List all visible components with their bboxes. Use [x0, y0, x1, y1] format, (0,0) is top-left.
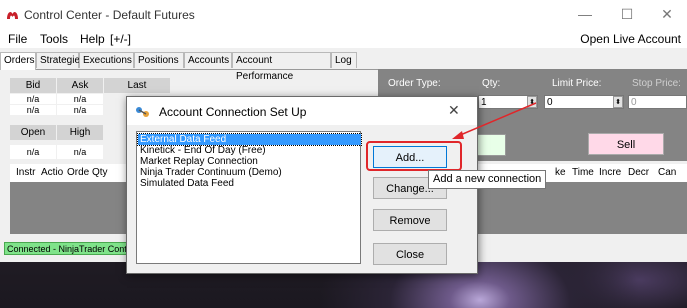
- high-header: High: [57, 125, 103, 140]
- high-value: n/a: [57, 145, 103, 159]
- col-instrument[interactable]: Instr: [16, 167, 35, 178]
- qty-label: Qty:: [482, 78, 501, 89]
- qty-spinner-icon[interactable]: ⬍: [527, 96, 537, 108]
- maximize-button[interactable]: ☐: [612, 6, 642, 24]
- tab-executions[interactable]: Executions: [79, 52, 134, 68]
- dialog-close-icon[interactable]: ✕: [448, 102, 460, 119]
- dialog-title: Account Connection Set Up: [159, 105, 307, 119]
- close-button[interactable]: Close: [373, 243, 447, 265]
- window-title: Control Center - Default Futures: [24, 8, 195, 22]
- menu-tools[interactable]: Tools: [40, 32, 68, 46]
- open-value: n/a: [10, 145, 56, 159]
- tab-account-performance[interactable]: Account Performance: [232, 52, 331, 82]
- menu-toggle[interactable]: [+/-]: [110, 32, 131, 46]
- col-cancel[interactable]: Can: [658, 167, 676, 178]
- limit-spinner-icon[interactable]: ⬍: [613, 96, 623, 108]
- tab-strip: Orders Strategies Executions Positions A…: [0, 52, 687, 82]
- title-bar: Control Center - Default Futures — ☐ ✕: [0, 0, 687, 30]
- col-time[interactable]: Time: [572, 167, 594, 178]
- tab-accounts[interactable]: Accounts: [184, 52, 232, 68]
- minimize-button[interactable]: —: [570, 6, 600, 24]
- open-header: Open: [10, 125, 56, 140]
- connection-item[interactable]: Kinetick - End Of Day (Free): [138, 145, 361, 156]
- add-button-highlight: [366, 141, 462, 171]
- account-connection-dialog: Account Connection Set Up ✕ External Dat…: [126, 96, 478, 274]
- tab-positions[interactable]: Positions: [134, 52, 184, 68]
- bid-size: n/a: [10, 105, 56, 115]
- bid-value: n/a: [10, 94, 56, 104]
- stop-price-label: Stop Price:: [632, 78, 681, 89]
- connection-status: Connected - NinjaTrader Continuum (Demo): [4, 242, 136, 255]
- connection-item[interactable]: Ninja Trader Continuum (Demo): [138, 167, 361, 178]
- close-window-button[interactable]: ✕: [652, 6, 682, 24]
- tab-strategies[interactable]: Strategies: [36, 52, 85, 68]
- limit-price-input[interactable]: 0: [544, 95, 624, 109]
- stop-price-input[interactable]: 0: [628, 95, 687, 109]
- col-increase[interactable]: Incre: [599, 167, 621, 178]
- connection-item[interactable]: Market Replay Connection: [138, 156, 361, 167]
- col-qty[interactable]: Qty: [92, 167, 108, 178]
- dialog-title-bar: Account Connection Set Up ✕: [127, 97, 477, 125]
- tab-orders[interactable]: Orders: [0, 52, 36, 70]
- ask-size: n/a: [57, 105, 103, 115]
- col-strike[interactable]: ke: [555, 167, 566, 178]
- connections-listbox[interactable]: External Data Feed Kinetick - End Of Day…: [136, 131, 362, 264]
- ninjatrader-logo-icon: [7, 11, 18, 19]
- connection-icon: [136, 107, 149, 117]
- col-action[interactable]: Actio: [41, 167, 63, 178]
- remove-button[interactable]: Remove: [373, 209, 447, 231]
- order-type-label: Order Type:: [388, 78, 441, 89]
- ask-value: n/a: [57, 94, 103, 104]
- connection-item[interactable]: Simulated Data Feed: [138, 178, 361, 189]
- menu-help[interactable]: Help: [80, 32, 105, 46]
- menu-file[interactable]: File: [8, 32, 27, 46]
- ask-header: Ask: [57, 78, 103, 93]
- tab-log[interactable]: Log: [331, 52, 357, 68]
- connection-item[interactable]: External Data Feed: [137, 133, 362, 146]
- sell-button[interactable]: Sell: [588, 133, 664, 155]
- add-connection-tooltip: Add a new connection: [428, 170, 547, 189]
- menu-bar: File Tools Help [+/-] Open Live Account: [0, 30, 687, 48]
- last-header: Last: [104, 78, 170, 93]
- col-order[interactable]: Orde: [67, 167, 89, 178]
- col-decrease[interactable]: Decr: [628, 167, 649, 178]
- limit-price-label: Limit Price:: [552, 78, 602, 89]
- bid-header: Bid: [10, 78, 56, 93]
- open-live-account-link[interactable]: Open Live Account: [580, 32, 681, 46]
